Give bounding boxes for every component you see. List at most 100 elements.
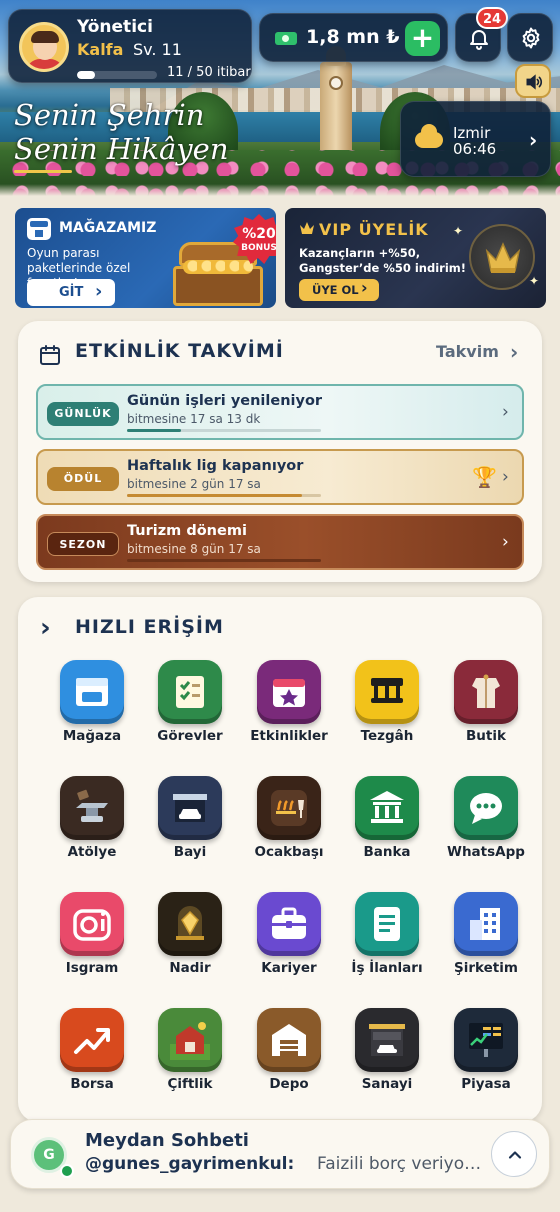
- bell-icon: [470, 30, 488, 50]
- event-remaining: bitmesine 17 sa 13 dk: [127, 412, 261, 426]
- vip-join-button[interactable]: ÜYE OL: [299, 277, 379, 301]
- quick-access-bank[interactable]: Banka: [338, 776, 436, 876]
- quick-access-trend-up[interactable]: Borsa: [43, 1008, 141, 1108]
- grill-icon[interactable]: [257, 776, 321, 840]
- trend-up-icon[interactable]: [60, 1008, 124, 1072]
- quick-access-label: Kariyer: [261, 960, 317, 976]
- notification-count-badge: 24: [476, 7, 509, 29]
- event-remaining: bitmesine 2 gün 17 sa: [127, 477, 261, 491]
- gear-icon: [522, 27, 540, 49]
- quick-access-store[interactable]: Mağaza: [43, 660, 141, 760]
- event-row-reward[interactable]: ÖDÜL Haftalık lig kapanıyor bitmesine 2 …: [36, 449, 524, 505]
- bonus-percent: %20: [242, 226, 276, 242]
- event-row-season[interactable]: SEZON Turizm dönemi bitmesine 8 gün 17 s…: [36, 514, 524, 570]
- event-title: Günün işleri yenileniyor: [127, 393, 323, 409]
- bonus-label: BONUS: [241, 243, 276, 253]
- calendar-link[interactable]: Takvim: [436, 342, 499, 361]
- quick-access-warehouse[interactable]: Depo: [240, 1008, 338, 1108]
- hero-underline: [14, 170, 72, 173]
- quick-access-chat-bubble[interactable]: WhatsApp: [437, 776, 535, 876]
- sparkle-icon: ✦: [453, 224, 464, 238]
- event-row-daily[interactable]: GÜNLÜK Günün işleri yenileniyor bitmesin…: [36, 384, 524, 440]
- quick-access-title: HIZLI ERİŞİM: [75, 616, 224, 638]
- quick-access-garment[interactable]: Butik: [437, 660, 535, 760]
- quick-access-label: Banka: [363, 844, 411, 860]
- settings-button[interactable]: [507, 13, 553, 62]
- bank-icon[interactable]: [355, 776, 419, 840]
- chevron-right-icon[interactable]: ›: [40, 613, 51, 643]
- quick-access-stall[interactable]: Tezgâh: [338, 660, 436, 760]
- weather-widget[interactable]: Izmir 06:46 ›: [400, 101, 551, 177]
- calendar-icon: [40, 345, 60, 365]
- quick-access-office-building[interactable]: Şirketim: [437, 892, 535, 992]
- wallet-balance[interactable]: 1,8 mn ₺ +: [259, 13, 448, 62]
- garment-icon[interactable]: [454, 660, 518, 724]
- barn-icon[interactable]: [158, 1008, 222, 1072]
- store-promo-banner[interactable]: MAĞAZAMIZ Oyun parası paketlerinde özel …: [15, 208, 276, 308]
- hero-slogan-line1: Senin Şehrin: [14, 98, 205, 132]
- quick-access-checklist[interactable]: Görevler: [141, 660, 239, 760]
- online-status-dot: [60, 1164, 74, 1178]
- checklist-icon[interactable]: [158, 660, 222, 724]
- event-progress-bar: [127, 429, 321, 432]
- square-chat-bar[interactable]: G Meydan Sohbeti @gunes_gayrimenkul: Fai…: [10, 1119, 550, 1189]
- calendar-star-icon[interactable]: [257, 660, 321, 724]
- quick-access-grill[interactable]: Ocakbaşı: [240, 776, 338, 876]
- quick-access-camera[interactable]: Isgram: [43, 892, 141, 992]
- cash-icon: [275, 32, 297, 45]
- market-board-icon[interactable]: [454, 1008, 518, 1072]
- car-dealer-icon[interactable]: [158, 776, 222, 840]
- event-title: Haftalık lig kapanıyor: [127, 458, 304, 474]
- sound-toggle-button[interactable]: [515, 64, 551, 98]
- sparkle-icon: ✦: [529, 274, 540, 288]
- quick-access-barn[interactable]: Çiftlik: [141, 1008, 239, 1108]
- store-promo-title: MAĞAZAMIZ: [59, 220, 157, 236]
- profile-card[interactable]: Yönetici Kalfa Sv. 11 11 / 50 itibar: [8, 9, 252, 83]
- quick-access-document[interactable]: İş İlanları: [338, 892, 436, 992]
- quick-access-briefcase[interactable]: Kariyer: [240, 892, 338, 992]
- quick-access-label: Piyasa: [461, 1076, 511, 1092]
- office-building-icon[interactable]: [454, 892, 518, 956]
- crown-icon: [300, 222, 314, 234]
- quick-access-market-board[interactable]: Piyasa: [437, 1008, 535, 1108]
- event-tag: SEZON: [47, 532, 119, 556]
- vip-promo-banner[interactable]: VIP ÜYELİK Kazançların +%50, Gangster’de…: [285, 208, 546, 308]
- event-tag: GÜNLÜK: [47, 402, 119, 426]
- quick-access-label: Tezgâh: [360, 728, 414, 744]
- quick-access-label: Çiftlik: [167, 1076, 213, 1092]
- chat-bubble-icon[interactable]: [454, 776, 518, 840]
- quick-access-label: Sanayi: [361, 1076, 413, 1092]
- quick-access-label: İş İlanları: [351, 960, 423, 976]
- add-money-button[interactable]: +: [405, 21, 440, 56]
- quick-access-gem[interactable]: Nadir: [141, 892, 239, 992]
- chevron-right-icon: ›: [502, 402, 509, 422]
- quick-access-garage[interactable]: Sanayi: [338, 1008, 436, 1108]
- expand-chat-button[interactable]: [491, 1131, 537, 1177]
- chevron-right-icon[interactable]: ›: [510, 340, 518, 364]
- cloud-icon: [415, 124, 443, 148]
- gem-icon[interactable]: [158, 892, 222, 956]
- quick-access-car-dealer[interactable]: Bayi: [141, 776, 239, 876]
- briefcase-icon[interactable]: [257, 892, 321, 956]
- camera-icon[interactable]: [60, 892, 124, 956]
- hero-slogan-line2: Senin Hikâyen: [14, 132, 229, 166]
- stall-icon[interactable]: [355, 660, 419, 724]
- anvil-icon[interactable]: [60, 776, 124, 840]
- garage-icon[interactable]: [355, 1008, 419, 1072]
- document-icon[interactable]: [355, 892, 419, 956]
- event-calendar-title: ETKİNLİK TAKVİMİ: [75, 340, 284, 362]
- store-go-button[interactable]: GİT: [27, 278, 115, 306]
- quick-access-anvil[interactable]: Atölye: [43, 776, 141, 876]
- store-icon[interactable]: [60, 660, 124, 724]
- avatar[interactable]: [19, 22, 69, 72]
- chat-room-title: Meydan Sohbeti: [85, 1130, 249, 1151]
- player-rank: Kalfa: [77, 40, 124, 59]
- quick-access-calendar-star[interactable]: Etkinlikler: [240, 660, 338, 760]
- vip-crown-emblem: [469, 224, 535, 290]
- weather-time: 06:46: [453, 140, 497, 158]
- reputation-progress-bar: [77, 71, 157, 79]
- event-calendar-card: ETKİNLİK TAKVİMİ Takvim › GÜNLÜK Günün i…: [18, 321, 542, 582]
- reputation-text: 11 / 50 itibar: [167, 65, 251, 80]
- warehouse-icon[interactable]: [257, 1008, 321, 1072]
- quick-access-label: Depo: [269, 1076, 309, 1092]
